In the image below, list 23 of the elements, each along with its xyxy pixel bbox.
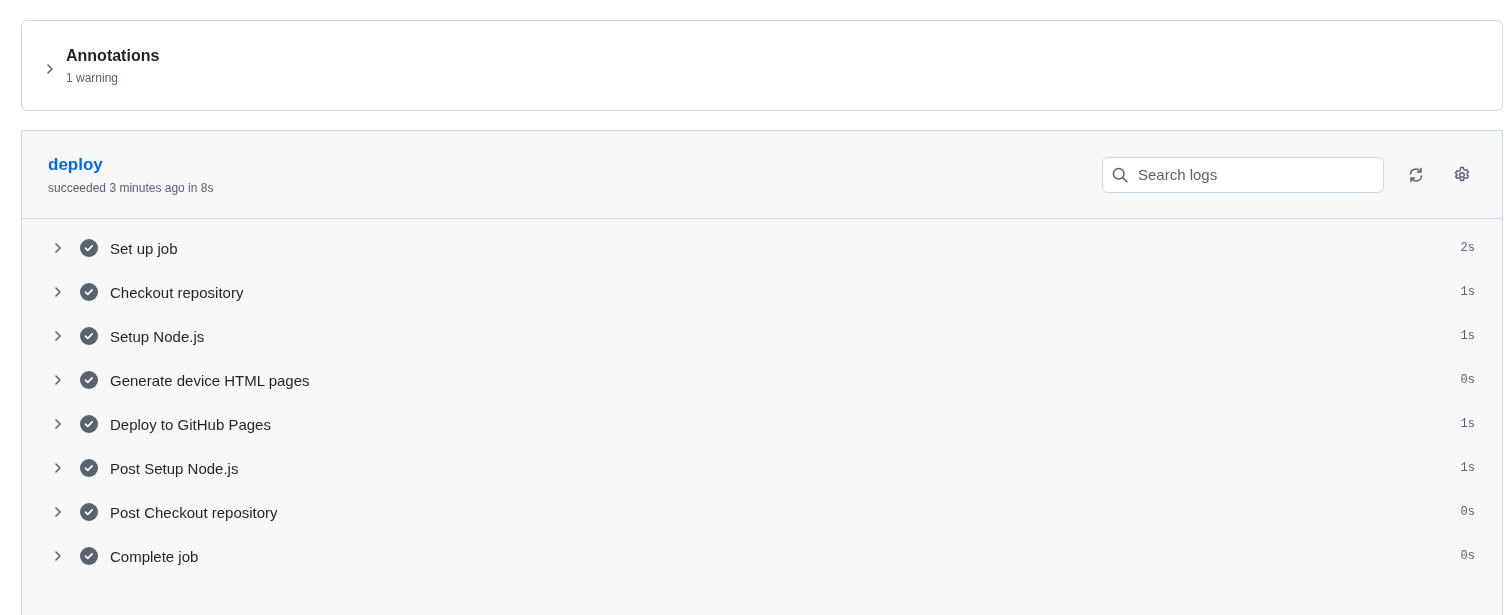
step-name[interactable]: Set up job	[110, 239, 1447, 257]
annotations-title[interactable]: Annotations	[66, 46, 160, 65]
step-duration: 0s	[1460, 373, 1475, 387]
step-name[interactable]: Post Setup Node.js	[110, 459, 1447, 477]
job-status: succeeded 3 minutes ago in 8s	[48, 180, 215, 195]
step-name[interactable]: Deploy to GitHub Pages	[110, 415, 1447, 433]
warning-count: 1 warning	[66, 70, 120, 85]
step-name[interactable]: Complete job	[110, 547, 1447, 565]
step-duration: 1s	[1460, 329, 1475, 343]
job-title[interactable]: deploy	[48, 154, 103, 174]
step-duration: 0s	[1460, 505, 1475, 519]
settings-icon	[1453, 165, 1471, 184]
step-duration: 1s	[1460, 417, 1475, 431]
step-name[interactable]: Post Checkout repository	[110, 503, 1447, 521]
step-name[interactable]: Setup Node.js	[110, 327, 1447, 345]
step-duration: 1s	[1460, 461, 1475, 475]
step-name[interactable]: Generate device HTML pages	[110, 371, 1447, 389]
step-name[interactable]: Checkout repository	[110, 283, 1447, 301]
search-field[interactable]: Search logs	[1102, 156, 1384, 193]
step-duration: 1s	[1460, 285, 1475, 299]
step-duration: 2s	[1460, 241, 1475, 255]
refresh-icon	[1408, 166, 1424, 183]
step-duration: 0s	[1460, 549, 1475, 563]
